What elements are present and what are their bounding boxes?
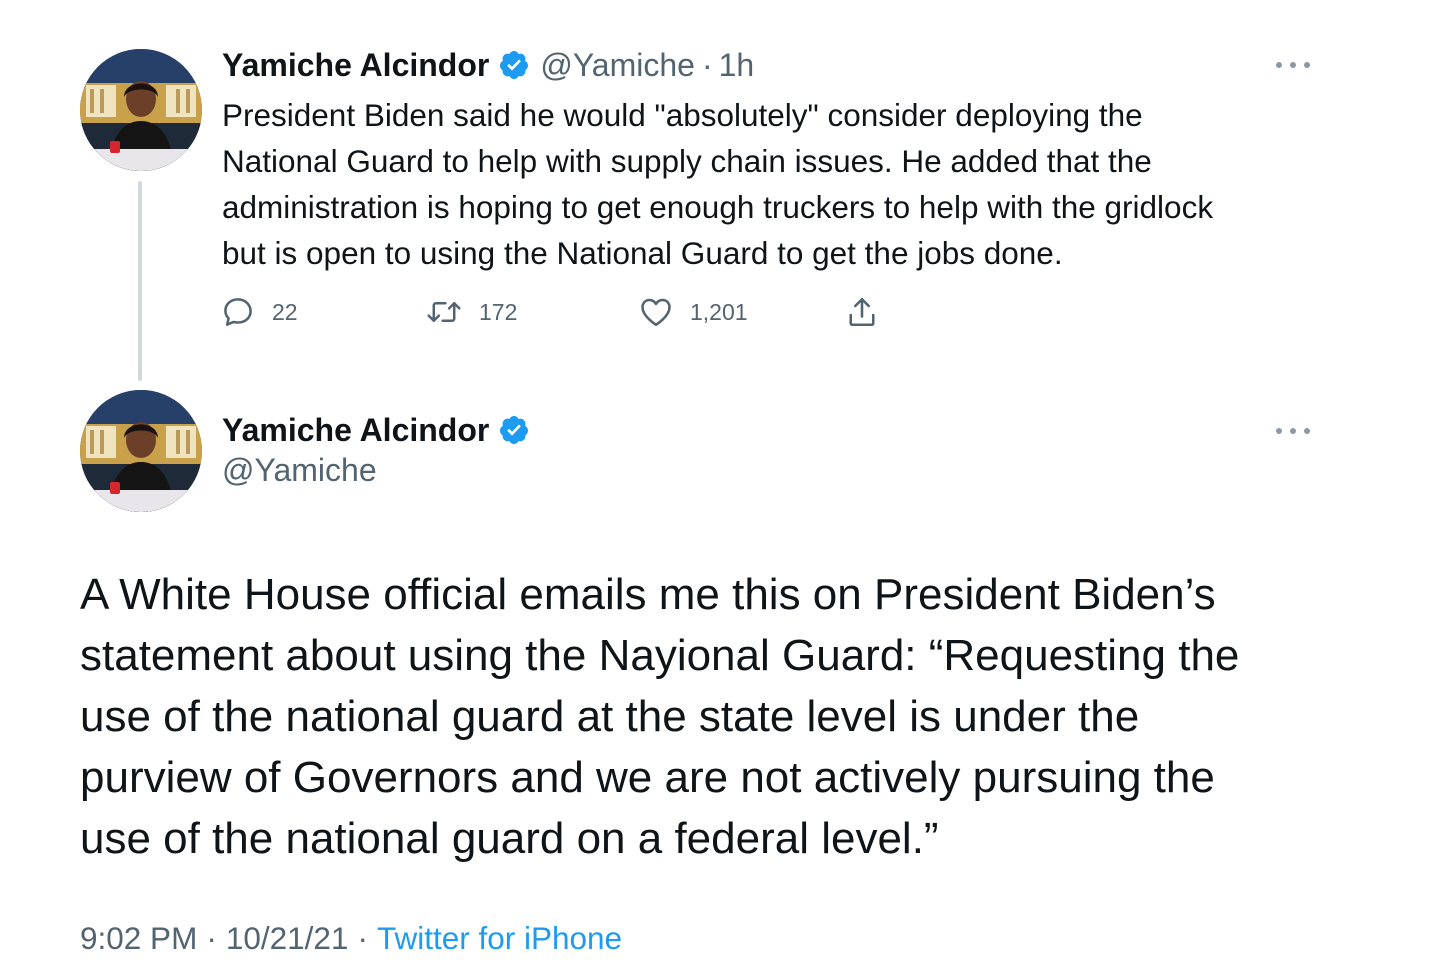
share-icon xyxy=(849,297,875,327)
tweet-date[interactable]: 10/21/21 xyxy=(226,920,349,956)
meta-separator: · xyxy=(206,920,217,956)
tweet-header: Yamiche Alcindor @Yamiche · 1h xyxy=(222,44,754,86)
tweet-text: President Biden said he would "absolutel… xyxy=(222,92,1332,276)
retweet-icon xyxy=(427,301,461,323)
author-avatar[interactable] xyxy=(80,390,202,512)
tweet-source-link[interactable]: Twitter for iPhone xyxy=(377,920,622,956)
tweet-time-ago[interactable]: 1h xyxy=(719,47,755,84)
tweet-text-line: National Guard to help with supply chain… xyxy=(222,143,1152,179)
avatar-image xyxy=(80,390,202,512)
tweet-time[interactable]: 9:02 PM xyxy=(80,920,197,956)
thread-connector-line xyxy=(138,181,142,381)
like-button[interactable]: 1,201 xyxy=(638,290,748,334)
more-dots-icon[interactable] xyxy=(1276,58,1310,72)
reply-icon xyxy=(224,298,252,326)
tweet-text-line: A White House official emails me this on… xyxy=(80,570,1216,619)
reply-button[interactable]: 22 xyxy=(220,290,298,334)
verified-badge-icon xyxy=(498,414,530,446)
author-avatar[interactable] xyxy=(80,49,202,171)
author-name[interactable]: Yamiche Alcindor xyxy=(222,412,489,449)
tweet-metadata: 9:02 PM · 10/21/21 · Twitter for iPhone xyxy=(80,920,622,957)
tweet-text-line: President Biden said he would "absolutel… xyxy=(222,97,1143,133)
tweet-text-line: but is open to using the National Guard … xyxy=(222,235,1063,271)
share-button[interactable] xyxy=(844,290,880,334)
author-handle[interactable]: @Yamiche xyxy=(222,452,377,489)
more-dots-icon[interactable] xyxy=(1276,424,1310,438)
author-handle[interactable]: @Yamiche xyxy=(540,47,695,84)
tweet-header: Yamiche Alcindor xyxy=(222,408,530,452)
tweet-text-line: purview of Governors and we are not acti… xyxy=(80,753,1215,802)
retweet-button[interactable]: 172 xyxy=(425,290,517,334)
tweet-text-line: use of the national guard at the state l… xyxy=(80,692,1140,741)
like-count: 1,201 xyxy=(690,298,748,325)
tweet-text-line: administration is hoping to get enough t… xyxy=(222,189,1214,225)
author-name[interactable]: Yamiche Alcindor xyxy=(222,47,489,84)
tweet-text: A White House official emails me this on… xyxy=(80,564,1380,869)
retweet-count: 172 xyxy=(479,298,518,325)
meta-separator: · xyxy=(357,920,368,956)
tweet-text-line: use of the national guard on a federal l… xyxy=(80,814,939,863)
avatar-image xyxy=(80,49,202,171)
heart-icon xyxy=(641,298,671,327)
tweet-text-line: statement about using the Nayional Guard… xyxy=(80,631,1240,680)
header-separator: · xyxy=(701,46,713,83)
verified-badge-icon xyxy=(498,49,530,81)
reply-count: 22 xyxy=(272,298,298,325)
